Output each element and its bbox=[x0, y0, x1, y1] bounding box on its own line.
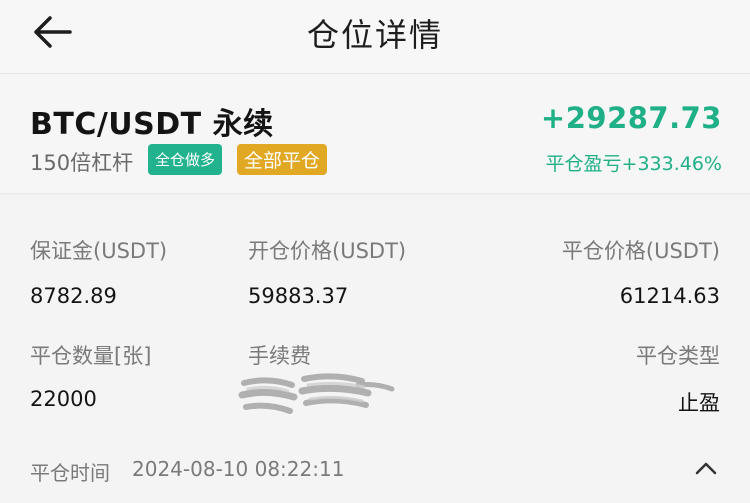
header-bar: 仓位详情 bbox=[0, 0, 750, 74]
close-type-label: 平仓类型 bbox=[636, 344, 720, 368]
close-time-label: 平仓时间 bbox=[30, 461, 110, 485]
fee-label: 手续费 bbox=[248, 344, 311, 368]
chevron-up-icon[interactable] bbox=[692, 457, 720, 479]
close-qty-label: 平仓数量[张] bbox=[30, 344, 152, 368]
margin-value: 8782.89 bbox=[30, 284, 117, 308]
redacted-fee-value bbox=[238, 373, 395, 414]
close-type-value: 止盈 bbox=[678, 391, 720, 415]
close-price-value: 61214.63 bbox=[619, 284, 720, 308]
close-price-label: 平仓价格(USDT) bbox=[561, 239, 720, 263]
trading-pair: BTC/USDT 永续 bbox=[30, 107, 274, 142]
open-price-label: 开仓价格(USDT) bbox=[248, 239, 407, 263]
close-qty-value: 22000 bbox=[30, 387, 97, 411]
page-title: 仓位详情 bbox=[306, 16, 443, 54]
position-mode-badge: 全仓做多 bbox=[148, 144, 223, 175]
position-details: 保证金(USDT) 8782.89 开仓价格(USDT) 59883.37 平仓… bbox=[0, 197, 750, 503]
position-summary: BTC/USDT 永续 150倍杠杆 全仓做多 全部平仓 +29287.73 平… bbox=[0, 75, 750, 195]
pnl-percent: 平仓盈亏+333.46% bbox=[545, 153, 722, 175]
close-all-button[interactable]: 全部平仓 bbox=[237, 144, 328, 175]
open-price-value: 59883.37 bbox=[248, 284, 349, 308]
pnl-value: +29287.73 bbox=[540, 101, 722, 135]
close-time-value: 2024-08-10 08:22:11 bbox=[132, 457, 345, 481]
leverage-label: 150倍杠杆 bbox=[30, 151, 134, 175]
margin-label: 保证金(USDT) bbox=[30, 239, 168, 263]
